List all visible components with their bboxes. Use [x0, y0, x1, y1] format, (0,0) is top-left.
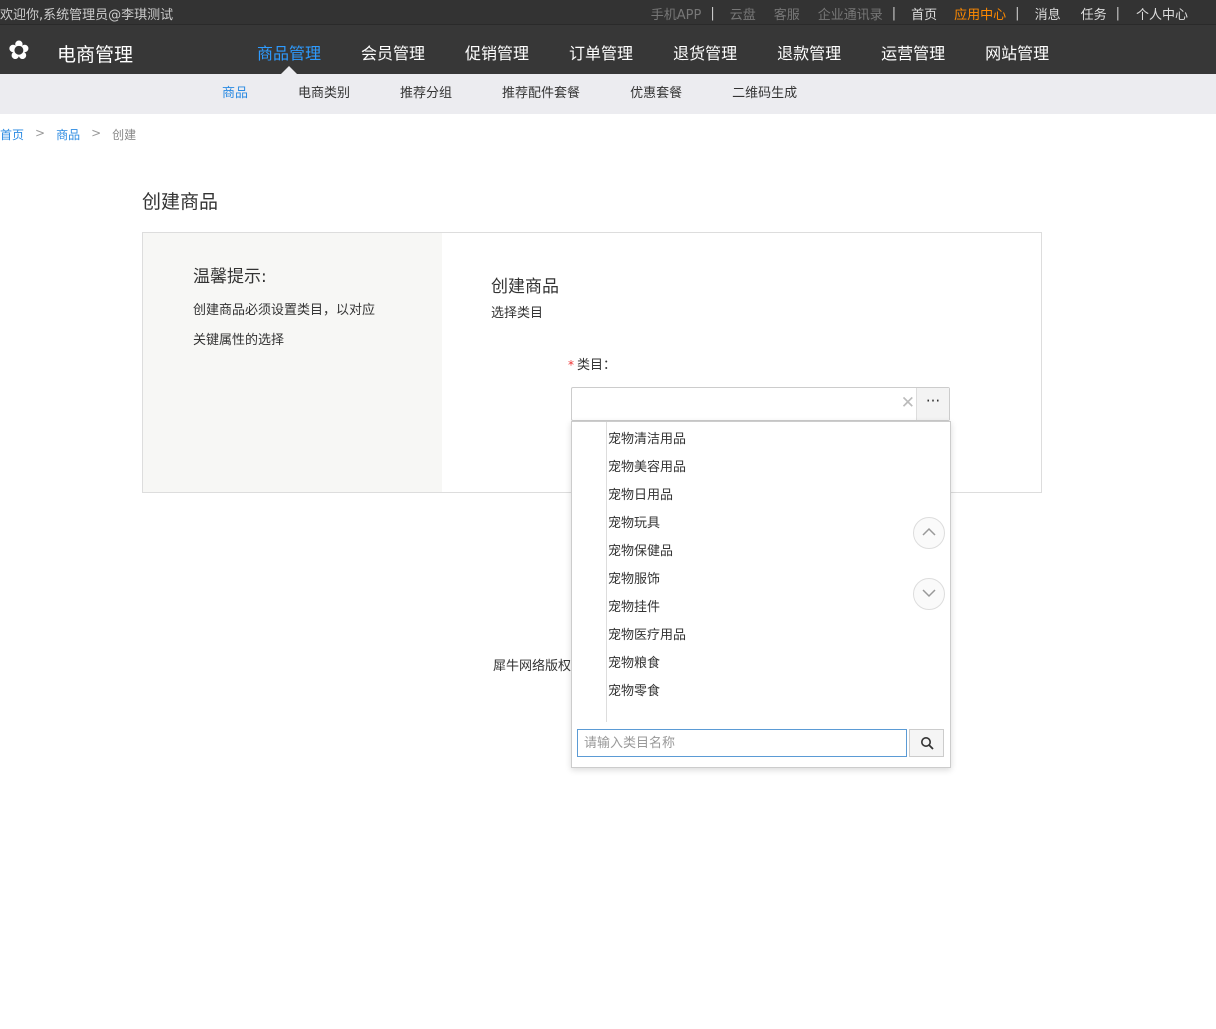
tree-divider	[606, 422, 607, 722]
app-center-link[interactable]: 应用中心	[954, 4, 1006, 23]
category-option[interactable]: 宠物粮食	[608, 652, 660, 671]
breadcrumb-current: 创建	[112, 128, 137, 142]
breadcrumb-separator: >	[91, 126, 102, 140]
subnav-item-accessory-bundle[interactable]: 推荐配件套餐	[502, 74, 580, 114]
category-option[interactable]: 宠物医疗用品	[608, 624, 686, 643]
top-bar: 欢迎你,系统管理员@李琪测试 手机APP | 云盘 客服 企业通讯录 | 首页 …	[0, 0, 1216, 24]
search-button[interactable]	[909, 729, 944, 757]
category-field[interactable]: ✕ ···	[571, 387, 950, 421]
category-option[interactable]: 宠物日用品	[608, 484, 673, 503]
mobile-app-link[interactable]: 手机APP	[651, 4, 702, 23]
welcome-text: 欢迎你,系统管理员@李琪测试	[0, 8, 174, 23]
flower-icon[interactable]: ✿	[8, 37, 36, 65]
messages-link[interactable]: 消息	[1035, 4, 1061, 23]
separator: |	[891, 6, 897, 21]
subnav-item-discount-bundle[interactable]: 优惠套餐	[630, 74, 682, 114]
subnav-item-recommend-group[interactable]: 推荐分组	[400, 74, 452, 114]
separator: |	[1115, 6, 1120, 21]
tasks-link[interactable]: 任务	[1081, 4, 1107, 23]
subnav-item-product[interactable]: 商品	[222, 74, 248, 114]
more-button[interactable]: ···	[916, 388, 949, 420]
form-title: 创建商品	[491, 277, 559, 297]
category-label-text: 类目：	[577, 358, 617, 373]
breadcrumb-home[interactable]: 首页	[0, 126, 24, 143]
tips-line: 关键属性的选择	[193, 333, 285, 348]
category-option[interactable]: 宠物挂件	[608, 596, 660, 615]
separator: |	[1015, 6, 1020, 21]
category-search-input[interactable]	[577, 729, 907, 757]
sub-nav: 商品 电商类别 推荐分组 推荐配件套餐 优惠套餐 二维码生成	[0, 74, 1216, 114]
clear-icon[interactable]: ✕	[901, 393, 915, 413]
tips-panel: 温馨提示: 创建商品必须设置类目，以对应 关键属性的选择	[143, 233, 442, 492]
category-tree: 宠物清洁用品 宠物美容用品 宠物日用品 宠物玩具 宠物保健品 宠物服饰 宠物挂件…	[572, 422, 950, 724]
nav-item-refunds[interactable]: 退款管理	[757, 25, 861, 75]
scroll-up-icon[interactable]	[913, 517, 945, 549]
main-navbar: ✿ 电商管理 商品管理 会员管理 促销管理 订单管理 退货管理 退款管理 运营管…	[0, 24, 1216, 75]
home-link[interactable]: 首页	[911, 4, 937, 23]
category-option[interactable]: 宠物零食	[608, 680, 660, 699]
nav-item-promotions[interactable]: 促销管理	[445, 25, 549, 75]
brand-title: 电商管理	[57, 44, 134, 66]
tips-title: 温馨提示:	[193, 267, 267, 287]
service-link[interactable]: 客服	[774, 4, 800, 23]
tips-line: 创建商品必须设置类目，以对应	[193, 303, 376, 318]
breadcrumb-product[interactable]: 商品	[56, 126, 80, 143]
required-mark: *	[568, 358, 574, 372]
nav-item-members[interactable]: 会员管理	[341, 25, 445, 75]
page-title: 创建商品	[142, 191, 219, 213]
separator: |	[710, 6, 715, 21]
breadcrumb: 首页 > 商品 > 创建	[0, 126, 136, 143]
category-option[interactable]: 宠物玩具	[608, 512, 660, 531]
top-links: 手机APP | 云盘 客服 企业通讯录 | 首页 应用中心 | 消息 任务 | …	[642, 4, 1188, 23]
scroll-down-icon[interactable]	[913, 578, 945, 610]
nav-item-operations[interactable]: 运营管理	[861, 25, 965, 75]
nav-item-products[interactable]: 商品管理	[237, 25, 341, 75]
category-label: * 类目：	[568, 354, 616, 373]
nav-item-returns[interactable]: 退货管理	[653, 25, 757, 75]
contacts-link[interactable]: 企业通讯录	[818, 4, 883, 23]
category-option[interactable]: 宠物保健品	[608, 540, 673, 559]
nav-item-website[interactable]: 网站管理	[965, 25, 1069, 75]
main-nav: 商品管理 会员管理 促销管理 订单管理 退货管理 退款管理 运营管理 网站管理	[237, 25, 1069, 75]
category-dropdown: 宠物清洁用品 宠物美容用品 宠物日用品 宠物玩具 宠物保健品 宠物服饰 宠物挂件…	[571, 421, 951, 768]
nav-item-orders[interactable]: 订单管理	[549, 25, 653, 75]
breadcrumb-separator: >	[35, 126, 46, 140]
footer-copyright: 犀牛网络版权	[493, 659, 572, 674]
subnav-item-qrcode[interactable]: 二维码生成	[732, 74, 797, 114]
category-option[interactable]: 宠物清洁用品	[608, 428, 686, 447]
search-icon	[921, 737, 934, 750]
form-subtitle: 选择类目	[491, 306, 544, 321]
category-option[interactable]: 宠物服饰	[608, 568, 660, 587]
profile-link[interactable]: 个人中心	[1136, 4, 1188, 23]
category-option[interactable]: 宠物美容用品	[608, 456, 686, 475]
cloud-link[interactable]: 云盘	[730, 4, 756, 23]
subnav-item-category[interactable]: 电商类别	[298, 74, 350, 114]
